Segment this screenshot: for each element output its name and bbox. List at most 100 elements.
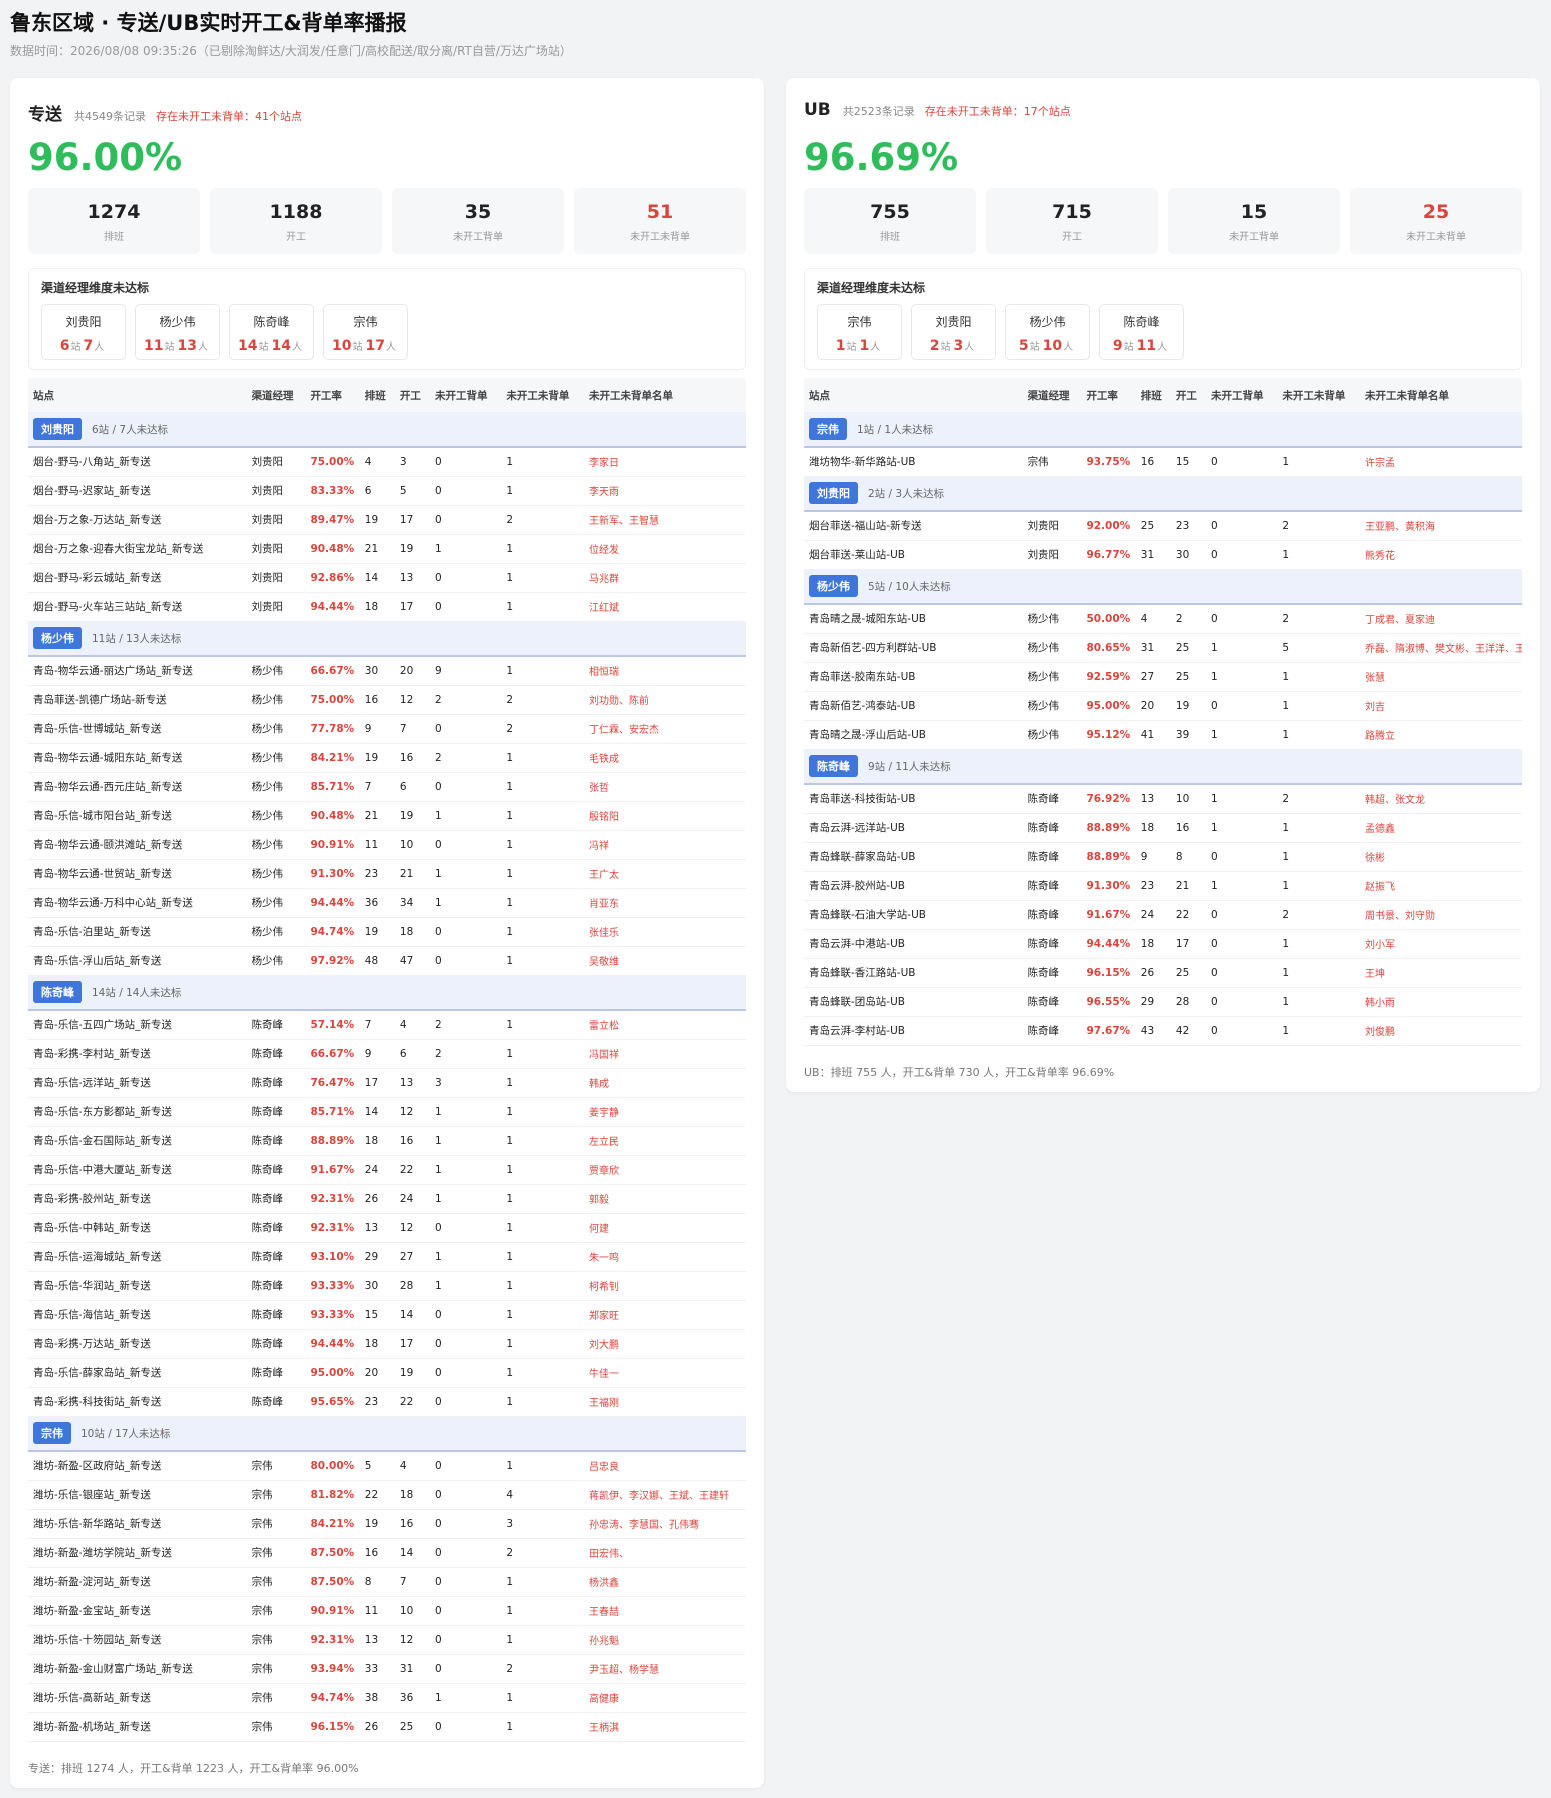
name-list-cell: 路腾立 [1360,720,1522,750]
manager-cell: 陈奇峰 [246,1300,306,1330]
ub-manager-chip[interactable]: 宗伟 1站 1人 [817,304,902,360]
zs-manager-chip[interactable]: 杨少伟 11站 13人 [135,304,220,360]
table-row: 烟台-野马-火车站三站站_新专送 刘贵阳 94.44% 18 17 0 1 江红斌 [28,592,746,622]
column-header: 未开工背单 [429,378,502,412]
not-started-backup-cell: 0 [1205,929,1278,959]
name-list-cell: 郑家旺 [584,1300,746,1330]
rate-cell: 91.30% [1081,871,1136,901]
ub-stat-value: 715 [1052,201,1092,223]
manager-cell: 宗伟 [246,1509,306,1539]
not-started-no-backup-cell: 1 [501,1010,584,1040]
manager-cell: 陈奇峰 [1022,813,1082,843]
not-started-no-backup-cell: 1 [501,946,584,976]
station-cell: 青岛-乐信-五四广场站_新专送 [28,1010,247,1040]
scheduled-cell: 43 [1135,1016,1171,1046]
not-started-backup-cell: 1 [429,859,502,889]
station-cell: 青岛-彩携-万达站_新专送 [28,1329,247,1359]
not-started-no-backup-cell: 2 [1277,784,1360,814]
name-list-cell: 马兆群 [584,563,746,593]
manager-cell: 陈奇峰 [246,1097,306,1127]
ub-manager-box-title: 渠道经理维度未达标 [817,281,926,295]
not-started-backup-cell: 0 [429,1596,502,1626]
rate-cell: 81.82% [305,1480,360,1510]
scheduled-cell: 14 [359,1097,395,1127]
table-row: 青岛-物华云通-丽达广场站_新专送 杨少伟 66.67% 30 20 9 1 相恒瑞 [28,656,746,686]
ub-stat-value: 25 [1422,201,1450,223]
zs-stat-label: 未开工背单 [453,232,503,243]
ub-station-table: 站点 渠道经理 开工率 排班 开工 未开工背单 未开工未背单 未开工未背单名单 宗伟 1站 / 1… [804,378,1522,1046]
not-started-backup-cell: 2 [429,1010,502,1040]
rate-cell: 93.33% [305,1300,360,1330]
manager-name: 宗伟 [353,315,378,329]
not-started-backup-cell: 9 [429,656,502,686]
not-started-no-backup-cell: 1 [501,1300,584,1330]
name-list-cell: 蒋凯伊、李汉娜、王斌、王建轩 [584,1480,746,1510]
rate-cell: 95.00% [1081,691,1136,721]
station-unit: 站 [1123,342,1134,353]
table-row: 青岛-彩携-科技街站_新专送 陈奇峰 95.65% 23 22 0 1 王福刚 [28,1387,746,1417]
manager-cell: 陈奇峰 [246,1039,306,1069]
not-started-no-backup-cell: 2 [1277,511,1360,541]
rate-cell: 92.31% [305,1625,360,1655]
group-header-row: 杨少伟 5站 / 10人未达标 [804,569,1522,605]
manager-name: 刘贵阳 [935,315,972,329]
manager-cell: 杨少伟 [246,830,306,860]
table-row: 潍坊-新盈-潍坊学院站_新专送 宗伟 87.50% 16 14 0 2 田宏伟、 [28,1538,746,1568]
scheduled-cell: 31 [1135,540,1171,570]
manager-cell: 陈奇峰 [1022,784,1082,814]
station-cell: 青岛菲送-胶南东站-UB [804,662,1023,692]
ub-manager-chip[interactable]: 陈奇峰 9站 11人 [1099,304,1184,360]
started-cell: 17 [394,505,430,535]
table-row: 青岛-乐信-泊里站_新专送 杨少伟 94.74% 19 18 0 1 张佳乐 [28,917,746,947]
manager-cell: 杨少伟 [1022,633,1082,663]
not-started-backup-cell: 1 [429,1097,502,1127]
table-row: 青岛-乐信-运海城站_新专送 陈奇峰 93.10% 29 27 1 1 朱一鸣 [28,1242,746,1272]
zs-manager-chip[interactable]: 陈奇峰 14站 14人 [229,304,314,360]
not-started-no-backup-cell: 1 [501,801,584,831]
zs-stat-label: 未开工未背单 [630,232,690,243]
not-started-backup-cell: 0 [1205,511,1278,541]
station-cell: 潍坊-新盈-金山财富广场站_新专送 [28,1654,247,1684]
zs-station-table: 站点 渠道经理 开工率 排班 开工 未开工背单 未开工未背单 未开工未背单名单 刘贵阳 6站 / … [28,378,746,1742]
table-row: 青岛-乐信-海信站_新专送 陈奇峰 93.33% 15 14 0 1 郑家旺 [28,1300,746,1330]
manager-cell: 杨少伟 [246,888,306,918]
group-header-row: 刘贵阳 2站 / 3人未达标 [804,476,1522,512]
table-row: 潍坊-乐信-新华路站_新专送 宗伟 84.21% 19 16 0 3 孙忠涛、李慧国、孔伟骞 [28,1509,746,1539]
rate-cell: 92.31% [305,1184,360,1214]
station-cell: 青岛蜂联-香江路站-UB [804,958,1023,988]
not-started-no-backup-cell: 2 [1277,604,1360,634]
name-list-cell: 赵振飞 [1360,871,1522,901]
station-cell: 青岛菲送-科技街站-UB [804,784,1023,814]
station-cell: 青岛-彩携-科技街站_新专送 [28,1387,247,1417]
rate-cell: 93.75% [1081,447,1136,477]
table-row: 烟台菲送-福山站-新专送 刘贵阳 92.00% 25 23 0 2 王亚鹏、黄积海 [804,511,1522,541]
started-cell: 13 [394,1068,430,1098]
not-started-no-backup-cell: 2 [501,505,584,535]
started-cell: 19 [394,534,430,564]
not-started-no-backup-cell: 1 [501,1068,584,1098]
rate-cell: 95.00% [305,1358,360,1388]
scheduled-cell: 41 [1135,720,1171,750]
started-cell: 12 [394,1097,430,1127]
manager-counts: 2站 3人 [912,335,995,354]
rate-cell: 93.94% [305,1654,360,1684]
table-row: 青岛晴之晟-城阳东站-UB 杨少伟 50.00% 4 2 0 2 丁成君、夏家迪 [804,604,1522,634]
ub-overall-rate: 96.69% [804,136,959,179]
ub-manager-chip[interactable]: 杨少伟 5站 10人 [1005,304,1090,360]
not-started-no-backup-cell: 1 [1277,842,1360,872]
ub-stats-row: 755 排班 715 开工 15 未开工背单 25 未开工未背单 [804,188,1522,254]
not-started-backup-cell: 0 [429,505,502,535]
not-started-no-backup-cell: 1 [1277,691,1360,721]
station-cell: 青岛-物华云通-万科中心站_新专送 [28,888,247,918]
rate-cell: 57.14% [305,1010,360,1040]
name-list-cell: 乔磊、隋淑博、樊文彬、王洋洋、王留达 [1360,633,1522,663]
not-started-no-backup-cell: 1 [501,1126,584,1156]
ub-manager-chip[interactable]: 刘贵阳 2站 3人 [911,304,996,360]
table-row: 青岛-乐信-薛家岛站_新专送 陈奇峰 95.00% 20 19 0 1 牛佳一 [28,1358,746,1388]
zs-manager-chip[interactable]: 刘贵阳 6站 7人 [41,304,126,360]
name-list-cell: 朱一鸣 [584,1242,746,1272]
not-started-no-backup-cell: 1 [501,1358,584,1388]
table-row: 烟台-万之象-迎春大街宝龙站_新专送 刘贵阳 90.48% 21 19 1 1 位经发 [28,534,746,564]
station-cell: 青岛蜂联-薛家岛站-UB [804,842,1023,872]
zs-manager-chip[interactable]: 宗伟 10站 17人 [323,304,408,360]
